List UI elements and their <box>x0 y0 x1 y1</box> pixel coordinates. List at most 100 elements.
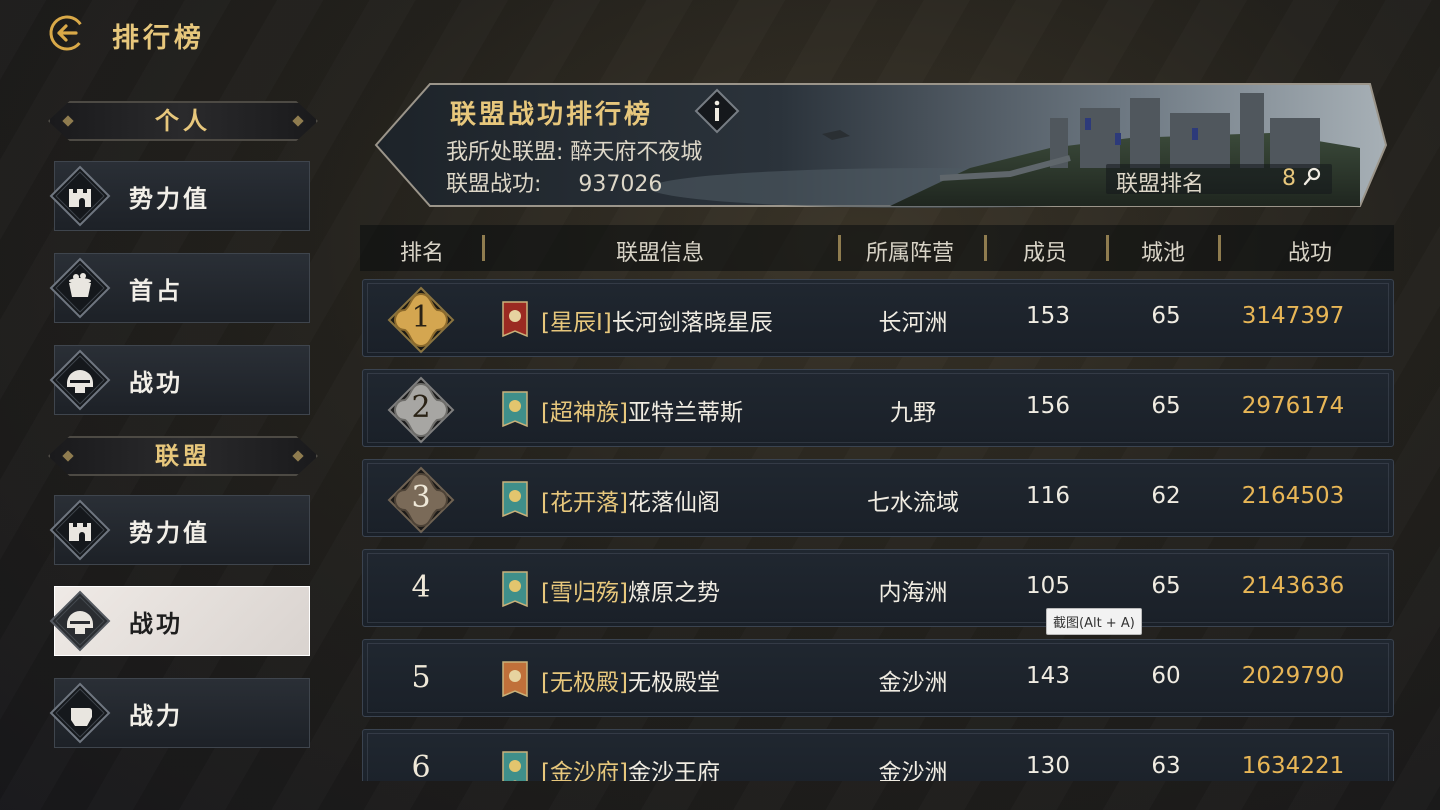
members-cell: 130 <box>1026 753 1070 779</box>
rank-number: 1 <box>411 300 431 335</box>
personal-header-label: 个人 <box>155 107 211 135</box>
helmet-icon <box>49 349 111 411</box>
alliance-flag-icon <box>502 301 528 338</box>
nav-label: 势力值 <box>129 185 210 213</box>
alliance-name[interactable]: [超神族]亚特兰蒂斯 <box>541 393 743 427</box>
table-row[interactable]: 2 [超神族]亚特兰蒂斯 九野 156 65 2976174 <box>362 369 1394 447</box>
alliance-name[interactable]: [星辰I]长河剑落晓星辰 <box>541 303 773 337</box>
rank-number: 5 <box>411 660 431 695</box>
camp-cell: 金沙洲 <box>878 760 948 781</box>
nav-label: 战功 <box>129 610 183 638</box>
col-rank: 排名 <box>399 241 444 266</box>
col-merit: 战功 <box>1287 241 1332 266</box>
page-title: 排行榜 <box>112 23 205 54</box>
camp-cell: 九野 <box>890 400 936 426</box>
column-divider <box>838 235 841 261</box>
nav-personal-power[interactable]: 势力值 <box>49 161 310 231</box>
alliance-title: 亚特兰蒂斯 <box>627 400 743 426</box>
nav-alliance-merit[interactable]: 战功 <box>49 586 310 656</box>
table-row[interactable]: 6 [金沙府]金沙王府 金沙洲 130 63 1634221 <box>362 729 1394 781</box>
cities-cell: 65 <box>1151 573 1181 599</box>
alliance-name[interactable]: [无极殿]无极殿堂 <box>541 663 720 697</box>
alliance-rank-value[interactable]: 8 <box>1282 166 1321 191</box>
nav-personal-first-occupy[interactable]: 首占 <box>49 253 310 323</box>
camp-cell: 长河洲 <box>878 310 948 336</box>
nav-label: 势力值 <box>129 519 210 547</box>
camp-cell: 内海洲 <box>878 580 948 606</box>
alliance-section-header: 联盟 <box>48 436 318 476</box>
ornament-icon <box>62 450 74 462</box>
column-divider <box>1106 235 1109 261</box>
alliance-title: 无极殿堂 <box>627 670 720 696</box>
table-header: 排名 联盟信息 所属阵营 成员 城池 战功 <box>360 225 1394 271</box>
merit-cell: 2164503 <box>1241 483 1345 509</box>
column-divider <box>482 235 485 261</box>
my-alliance-value: 醉天府不夜城 <box>570 140 703 165</box>
camp-cell: 七水流域 <box>867 490 959 516</box>
alliance-tag: [雪归殇] <box>541 580 628 606</box>
rank-number: 6 <box>411 750 431 781</box>
nav-label: 首占 <box>129 277 183 305</box>
rank-number: 2 <box>411 390 431 425</box>
nav-label: 战功 <box>129 369 183 397</box>
alliance-merit-row: 联盟战功: 937026 <box>446 166 662 198</box>
nav-personal-merit[interactable]: 战功 <box>49 345 310 415</box>
table-row[interactable]: 5 [无极殿]无极殿堂 金沙洲 143 60 2029790 <box>362 639 1394 717</box>
col-cities: 城池 <box>1140 241 1185 266</box>
alliance-title: 燎原之势 <box>627 580 720 606</box>
camp-cell: 金沙洲 <box>878 670 948 696</box>
cities-cell: 60 <box>1151 663 1181 689</box>
table-row[interactable]: 4 [雪归殇]燎原之势 内海洲 105 65 2143636 <box>362 549 1394 627</box>
alliance-name[interactable]: [雪归殇]燎原之势 <box>541 573 720 607</box>
merit-cell: 1634221 <box>1241 753 1345 779</box>
helmet-icon <box>49 590 111 652</box>
column-divider <box>984 235 987 261</box>
treasure-pot-icon <box>49 257 111 319</box>
nav-alliance-power[interactable]: 势力值 <box>49 495 310 565</box>
nav-label: 战力 <box>129 702 183 730</box>
alliance-flag-icon <box>502 481 528 518</box>
col-alliance-info: 联盟信息 <box>615 241 704 266</box>
alliance-name[interactable]: [金沙府]金沙王府 <box>541 753 720 781</box>
merit-cell: 2143636 <box>1241 573 1345 599</box>
ranking-list[interactable]: 1 [星辰I]长河剑落晓星辰 长河洲 153 65 3147397 2 [超神族… <box>360 277 1394 781</box>
alliance-tag: [金沙府] <box>541 760 628 781</box>
ornament-icon <box>62 115 74 127</box>
alliance-title: 长河剑落晓星辰 <box>611 310 773 336</box>
alliance-tag: [花开落] <box>541 490 628 516</box>
alliance-rank-number: 8 <box>1282 166 1296 191</box>
cities-cell: 65 <box>1151 303 1181 329</box>
alliance-tag: [无极殿] <box>541 670 628 696</box>
silver-medal-icon <box>387 376 455 444</box>
alliance-title: 金沙王府 <box>627 760 720 781</box>
rank-number: 4 <box>411 570 431 605</box>
gold-medal-icon <box>387 286 455 354</box>
alliance-flag-icon <box>502 391 528 428</box>
info-icon[interactable] <box>694 88 740 134</box>
members-cell: 153 <box>1026 303 1070 329</box>
table-row[interactable]: 3 [花开落]花落仙阁 七水流域 116 62 2164503 <box>362 459 1394 537</box>
cities-cell: 63 <box>1151 753 1181 779</box>
search-icon[interactable] <box>1303 167 1321 187</box>
castle-icon <box>49 499 111 561</box>
ornament-icon <box>292 450 304 462</box>
alliance-flag-icon <box>502 751 528 781</box>
table-row[interactable]: 1 [星辰I]长河剑落晓星辰 长河洲 153 65 3147397 <box>362 279 1394 357</box>
ornament-icon <box>292 115 304 127</box>
members-cell: 156 <box>1026 393 1070 419</box>
members-cell: 105 <box>1026 573 1070 599</box>
col-members: 成员 <box>1022 241 1067 266</box>
alliance-flag-icon <box>502 571 528 608</box>
column-divider <box>1218 235 1221 261</box>
merit-cell: 2029790 <box>1241 663 1345 689</box>
bronze-medal-icon <box>387 466 455 534</box>
alliance-title: 花落仙阁 <box>627 490 720 516</box>
personal-section-header: 个人 <box>48 101 318 141</box>
nav-alliance-strength[interactable]: 战力 <box>49 678 310 748</box>
alliance-name[interactable]: [花开落]花落仙阁 <box>541 483 720 517</box>
back-arrow-icon[interactable] <box>48 14 86 52</box>
members-cell: 143 <box>1026 663 1070 689</box>
merit-cell: 2976174 <box>1241 393 1345 419</box>
alliance-flag-icon <box>502 661 528 698</box>
alliance-header-label: 联盟 <box>155 442 211 470</box>
